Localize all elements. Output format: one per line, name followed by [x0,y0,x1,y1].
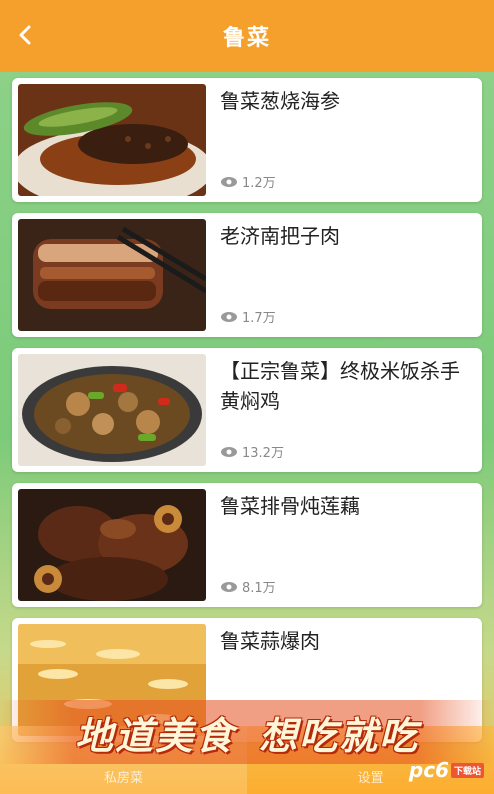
recipe-thumbnail [18,489,206,601]
recipe-name: 【正宗鲁菜】终极米饭杀手黄焖鸡 [220,359,460,413]
app-header: 鲁菜 [0,0,494,72]
view-count: 1.2万 [220,172,276,191]
page-title: 鲁菜 [222,26,271,51]
tab-label: 私房菜 [103,771,143,786]
recipe-card[interactable]: 【正宗鲁菜】终极米饭杀手黄焖鸡 13.2万 [12,348,482,472]
recipe-name: 鲁菜葱烧海参 [220,89,340,113]
recipe-thumbnail [18,219,206,331]
recipe-name: 鲁菜蒜爆肉 [220,629,320,653]
view-count: 1.7万 [220,307,276,326]
back-button[interactable] [14,24,36,46]
tab-label: 设置 [357,771,384,786]
watermark-logo: pc6 下载站 [409,758,484,782]
recipe-card[interactable]: 老济南把子肉 1.7万 [12,213,482,337]
promo-banner: 地道美食 想吃就吃 [0,700,494,764]
view-count: 8.1万 [220,577,276,596]
eye-icon [220,176,238,188]
recipe-name: 老济南把子肉 [220,224,340,248]
banner-text-1: 地道美食 [74,713,235,758]
eye-icon [220,581,238,593]
eye-icon [220,446,238,458]
recipe-thumbnail [18,354,206,466]
view-count: 13.2万 [220,442,284,461]
chevron-left-icon [19,25,31,45]
recipe-card[interactable]: 鲁菜葱烧海参 1.2万 [12,78,482,202]
banner-text-2: 想吃就吃 [259,713,420,758]
recipe-card[interactable]: 鲁菜排骨炖莲藕 8.1万 [12,483,482,607]
eye-icon [220,311,238,323]
recipe-thumbnail [18,84,206,196]
recipe-name: 鲁菜排骨炖莲藕 [220,494,360,518]
